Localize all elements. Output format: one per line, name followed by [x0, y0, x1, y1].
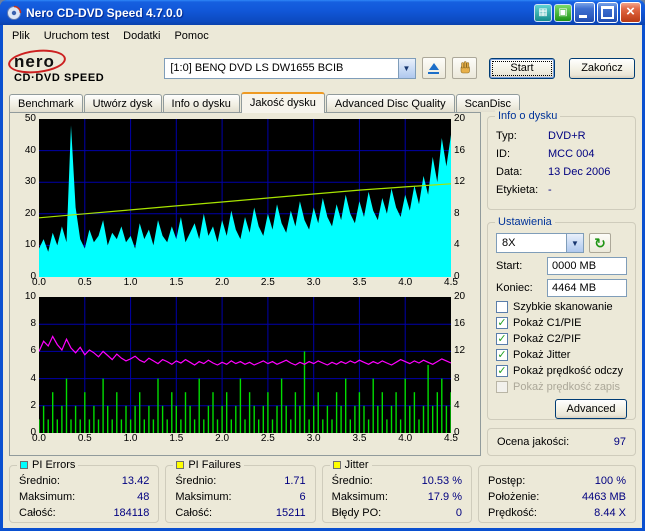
chart-panel: 50 40 30 20 10 0 20 16 12 8 4 0 0.0 0.5 1.0 1.5 2.0 2.5… — [9, 112, 481, 456]
pi-errors-chart: 50 40 30 20 10 0 20 16 12 8 4 0 0.0 0.5 1.0 1.5 2.0 2.5… — [14, 113, 476, 290]
start-position-input[interactable] — [547, 257, 627, 275]
pi-errors-total: 184118 — [113, 507, 150, 519]
checkbox-pokaz-c1-pie[interactable]: Pokaż C1/PIE — [488, 315, 635, 331]
menubar: Plik Uruchom test Dodatki Pomoc — [3, 25, 642, 46]
pif-jitter-plot — [39, 297, 451, 433]
pi-errors-left-axis: 50 40 30 20 10 0 — [24, 113, 36, 282]
statistics-bar: PI Errors Średnio: 13.42 Maksimum: 48 Cało… — [3, 456, 642, 528]
disc-info-title: Info o dysku — [495, 110, 561, 122]
pif-left-axis: 10 8 6 4 2 0 — [24, 291, 36, 438]
pi-errors-max: 48 — [137, 491, 150, 503]
menu-pomoc[interactable]: Pomoc — [167, 28, 215, 44]
quality-score-panel: Ocena jakości: 97 — [487, 428, 636, 456]
start-button[interactable]: Start — [488, 57, 555, 79]
maximize-button[interactable] — [597, 2, 618, 23]
drive-select[interactable]: [1:0] BENQ DVD LS DW1655 BCIB — [164, 57, 416, 79]
po-errors: 0 — [455, 507, 462, 519]
menu-plik[interactable]: Plik — [5, 28, 37, 44]
tab-advanced-disc-quality[interactable]: Advanced Disc Quality — [325, 94, 455, 112]
end-position-input[interactable] — [547, 279, 627, 297]
pi-failures-stats: PI Failures Średnio: 1.71 Maksimum: 6 Cało… — [165, 459, 316, 523]
close-button[interactable] — [620, 2, 641, 23]
checkbox-icon — [496, 317, 508, 329]
disc-id-value: MCC 004 — [548, 148, 595, 160]
pif-jitter-chart: 10 8 6 4 2 0 20 16 12 8 4 0 0.0 0.5 1.0 1.5 2.0 2.5 3.0 3… — [14, 291, 476, 446]
quality-score-value: 97 — [613, 436, 626, 448]
checkbox-icon — [496, 365, 508, 377]
speed-value: 8.44 X — [594, 507, 626, 519]
minimize-button[interactable] — [574, 2, 595, 23]
drive-select-value: [1:0] BENQ DVD LS DW1655 BCIB — [170, 62, 344, 74]
tab-utworz-dysk[interactable]: Utwórz dysk — [83, 94, 162, 112]
cd-dvd-speed-logo-text: CD·DVD SPEED — [14, 71, 105, 84]
refresh-button[interactable] — [589, 233, 611, 253]
titlebar-chart-icon[interactable]: ▦ — [534, 3, 552, 22]
pif-x-axis: 0.0 0.5 1.0 1.5 2.0 2.5 3.0 3.5 4.0 4.5 — [32, 433, 458, 444]
eject-button[interactable] — [421, 57, 447, 79]
checkbox-pokaz-predkosc-odczytu[interactable]: Pokaż prędkość odczy — [488, 363, 635, 379]
checkbox-icon — [496, 381, 508, 393]
toolbar: nero CD·DVD SPEED [1:0] BENQ DVD LS DW16… — [3, 46, 642, 90]
position-value: 4463 MB — [581, 491, 626, 503]
quality-score-label: Ocena jakości: — [497, 436, 570, 448]
app-icon — [7, 5, 22, 20]
checkbox-icon — [496, 333, 508, 345]
menu-dodatki[interactable]: Dodatki — [116, 28, 167, 44]
disc-type-value: DVD+R — [548, 130, 586, 142]
menu-uruchom-test[interactable]: Uruchom test — [37, 28, 116, 44]
pi-failures-legend-swatch — [176, 461, 185, 469]
checkbox-pokaz-c2-pif[interactable]: Pokaż C2/PIF — [488, 331, 635, 347]
checkbox-szybkie-skanowanie[interactable]: Szybkie skanowanie — [488, 299, 635, 315]
settings-panel: Ustawienia 8X Start: Koniec: Szybkie ska… — [487, 216, 636, 420]
pi-errors-legend-swatch — [20, 461, 28, 469]
advanced-button[interactable]: Advanced — [555, 399, 627, 419]
tab-benchmark[interactable]: Benchmark — [9, 94, 83, 112]
progress-panel: Postęp: 100 % Położenie: 4463 MB Prędkość:… — [477, 465, 636, 523]
right-panel: Info o dysku Typ: DVD+R ID: MCC 004 Data: 1… — [487, 110, 636, 456]
pi-failures-max: 6 — [299, 491, 306, 503]
app-window: Nero CD-DVD Speed 4.7.0.0 ▦ ▣ Plik Uruch… — [0, 0, 645, 531]
tab-info-o-dysku[interactable]: Info o dysku — [162, 94, 240, 112]
titlebar[interactable]: Nero CD-DVD Speed 4.7.0.0 ▦ ▣ — [0, 0, 645, 25]
jitter-max: 17.9 % — [427, 491, 462, 503]
pi-errors-plot — [39, 119, 451, 277]
hand-icon — [460, 61, 470, 74]
titlebar-disc-icon[interactable]: ▣ — [554, 3, 572, 22]
speed-select[interactable]: 8X — [496, 233, 584, 253]
tab-jakosc-dysku[interactable]: Jakość dysku — [240, 92, 325, 113]
eject-icon — [428, 62, 439, 70]
pi-errors-x-axis: 0.0 0.5 1.0 1.5 2.0 2.5 3.0 3.5 4.0 4.5 — [32, 277, 458, 288]
checkbox-icon — [496, 301, 508, 313]
window-body: Plik Uruchom test Dodatki Pomoc nero CD·… — [3, 25, 642, 528]
disc-label-value: - — [548, 184, 552, 196]
nero-logo: nero CD·DVD SPEED — [6, 46, 158, 84]
jitter-stats: Jitter Średnio: 10.53 % Maksimum: 17.9 % B… — [321, 459, 472, 523]
checkbox-pokaz-predkosc-zapisu[interactable]: Pokaż prędkość zapis — [488, 379, 635, 395]
progress-percent: 100 % — [594, 475, 626, 487]
disc-info-panel: Info o dysku Typ: DVD+R ID: MCC 004 Data: 1… — [487, 110, 636, 210]
window-title: Nero CD-DVD Speed 4.7.0.0 — [26, 5, 183, 20]
checkbox-pokaz-jitter[interactable]: Pokaż Jitter — [488, 347, 635, 363]
jitter-legend-swatch — [332, 461, 341, 469]
pif-right-axis: 20 16 12 8 4 0 — [454, 291, 466, 438]
hand-button[interactable] — [452, 57, 477, 79]
speed-select-value: 8X — [502, 237, 516, 249]
disc-date-value: 13 Dec 2006 — [548, 166, 611, 178]
pi-errors-right-axis: 20 16 12 8 4 0 — [454, 113, 466, 282]
checkbox-icon — [496, 349, 508, 361]
stop-button[interactable]: Zakończ — [568, 57, 635, 79]
chevron-down-icon[interactable] — [397, 58, 415, 78]
tab-bar: Benchmark Utwórz dysk Info o dysku Jakoś… — [3, 90, 642, 113]
pi-failures-avg: 1.71 — [284, 475, 306, 487]
pi-failures-total: 15211 — [275, 507, 306, 519]
settings-title: Ustawienia — [495, 216, 555, 228]
pi-errors-avg: 13.42 — [121, 475, 150, 487]
pi-errors-stats: PI Errors Średnio: 13.42 Maksimum: 48 Cało… — [9, 459, 160, 523]
jitter-avg: 10.53 % — [421, 475, 462, 487]
chevron-down-icon[interactable] — [566, 234, 583, 252]
